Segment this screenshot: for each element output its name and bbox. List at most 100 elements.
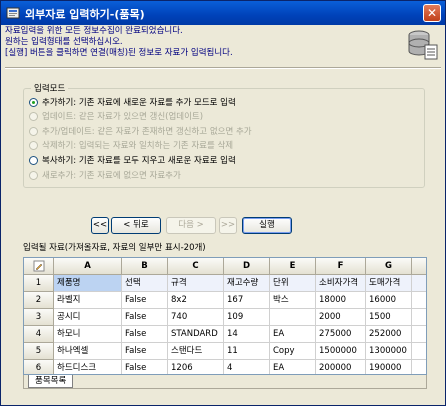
row-number[interactable]: 6 xyxy=(24,360,54,374)
dialog-window: 외부자료 입력하기-(품목) ✕ 자료입력을 위한 모든 정보수집이 완료되었습… xyxy=(0,0,446,406)
row-number[interactable]: 5 xyxy=(24,343,54,360)
table-cell[interactable]: 4 xyxy=(224,360,270,374)
table-cell[interactable]: EA xyxy=(270,326,316,343)
table-cell[interactable]: 16000 xyxy=(366,292,412,309)
window-title: 외부자료 입력하기-(품목) xyxy=(25,8,145,21)
table-cell[interactable]: 14 xyxy=(224,326,270,343)
row-number[interactable]: 4 xyxy=(24,326,54,343)
table-cell[interactable]: False xyxy=(122,326,168,343)
data-grid[interactable]: A B C D E F G 1 제품명 선택 규격 재고수량 단위 소비자가격 도매가격 2 라벨… xyxy=(23,257,427,375)
table-cell[interactable]: False xyxy=(122,292,168,309)
radio-add-update[interactable]: 추가/업데이트: 같은 자료가 존재하면 갱신하고 없으면 추가 xyxy=(29,124,252,138)
table-cell[interactable]: 200000 xyxy=(316,360,366,374)
table-cell[interactable]: 단위 xyxy=(270,275,316,292)
table-cell[interactable]: 2000 xyxy=(316,309,366,326)
sheet-tab-bar: 품목목록 xyxy=(23,375,427,389)
row-number[interactable]: 1 xyxy=(24,275,54,292)
table-cell[interactable]: 109 xyxy=(224,309,270,326)
radio-delete[interactable]: 삭제하기: 입력되는 자료와 일치하는 기존 자료를 삭제 xyxy=(29,138,233,152)
radio-copy[interactable]: 복사하기: 기존 자료를 모두 지우고 새로운 자료로 입력 xyxy=(29,153,236,167)
radio-add-update-label: 추가/업데이트: 같은 자료가 존재하면 갱신하고 없으면 추가 xyxy=(42,127,252,137)
table-cell[interactable]: 재고수량 xyxy=(224,275,270,292)
table-cell-overflow xyxy=(412,360,426,374)
table-cell[interactable]: 11 xyxy=(224,343,270,360)
table-cell[interactable]: 1206 xyxy=(168,360,224,374)
column-header-e[interactable]: E xyxy=(270,258,316,275)
next-button[interactable]: 다음 > xyxy=(166,217,216,234)
table-row[interactable]: 1 제품명 선택 규격 재고수량 단위 소비자가격 도매가격 xyxy=(24,275,426,292)
table-row[interactable]: 5 하나엑셀 False 스탠다드 11 Copy 1500000 1300000 xyxy=(24,343,426,360)
info-line-3: [실행] 버튼을 클릭하면 연결(매칭)된 정보로 자료가 입력됩니다. xyxy=(5,48,233,58)
radio-button[interactable] xyxy=(29,111,38,121)
last-button[interactable]: >> xyxy=(219,217,237,234)
table-cell[interactable]: 740 xyxy=(168,309,224,326)
table-cell[interactable]: EA xyxy=(270,360,316,374)
table-cell[interactable]: 275000 xyxy=(316,326,366,343)
row-number[interactable]: 3 xyxy=(24,309,54,326)
table-cell[interactable]: Copy xyxy=(270,343,316,360)
table-cell[interactable]: 하나엑셀 xyxy=(54,343,122,360)
input-mode-label: 입력모드 xyxy=(31,82,69,94)
table-cell[interactable]: False xyxy=(122,360,168,374)
radio-update-label: 업데이트: 같은 자료가 있으면 갱신(업데이트) xyxy=(42,112,204,122)
radio-button[interactable] xyxy=(29,155,38,165)
table-row[interactable]: 3 공시디 False 740 109 2000 1500 xyxy=(24,309,426,326)
column-header-d[interactable]: D xyxy=(224,258,270,275)
table-cell[interactable]: 제품명 xyxy=(54,275,122,292)
close-button[interactable]: ✕ xyxy=(423,4,441,22)
column-header-f[interactable]: F xyxy=(316,258,366,275)
radio-add-label: 추가하기: 기존 자료에 새로운 자료를 추가 모드로 입력 xyxy=(42,98,236,108)
table-cell[interactable]: False xyxy=(122,309,168,326)
grid-header: A B C D E F G xyxy=(24,258,426,275)
table-cell[interactable]: 공시디 xyxy=(54,309,122,326)
column-header-a[interactable]: A xyxy=(54,258,122,275)
table-cell[interactable]: 선택 xyxy=(122,275,168,292)
radio-button[interactable] xyxy=(29,170,38,180)
table-cell-overflow xyxy=(412,292,426,309)
table-cell[interactable]: 252000 xyxy=(366,326,412,343)
run-button[interactable]: 실행 xyxy=(242,217,292,234)
radio-update[interactable]: 업데이트: 같은 자료가 있으면 갱신(업데이트) xyxy=(29,109,203,123)
separator xyxy=(5,67,441,69)
table-cell[interactable]: 규격 xyxy=(168,275,224,292)
radio-button[interactable] xyxy=(29,140,38,150)
table-row[interactable]: 4 하모니 False STANDARD 14 EA 275000 252000 xyxy=(24,326,426,343)
title-bar[interactable]: 외부자료 입력하기-(품목) ✕ xyxy=(1,1,445,25)
table-cell[interactable]: 하모니 xyxy=(54,326,122,343)
column-header-g[interactable]: G xyxy=(366,258,412,275)
table-cell[interactable]: 1300000 xyxy=(366,343,412,360)
table-cell[interactable]: 도매가격 xyxy=(366,275,412,292)
sheet-tab-items[interactable]: 품목목록 xyxy=(28,375,74,388)
app-icon xyxy=(6,7,20,19)
table-cell[interactable]: 박스 xyxy=(270,292,316,309)
back-button[interactable]: < 뒤로 xyxy=(111,217,161,234)
column-header-c[interactable]: C xyxy=(168,258,224,275)
radio-new-add[interactable]: 새로추가: 기존 자료에 없으면 자료추가 xyxy=(29,168,181,182)
table-cell[interactable]: 167 xyxy=(224,292,270,309)
info-line-1: 자료입력을 위한 모든 정보수집이 완료되었습니다. xyxy=(5,26,183,36)
table-row[interactable]: 2 라벨지 False 8x2 167 박스 18000 16000 xyxy=(24,292,426,309)
table-cell[interactable]: 1500 xyxy=(366,309,412,326)
column-header-b[interactable]: B xyxy=(122,258,168,275)
radio-button-checked[interactable] xyxy=(29,97,38,107)
radio-add[interactable]: 추가하기: 기존 자료에 새로운 자료를 추가 모드로 입력 xyxy=(29,95,236,109)
table-cell[interactable]: False xyxy=(122,343,168,360)
table-cell[interactable]: 190000 xyxy=(366,360,412,374)
table-cell[interactable]: 라벨지 xyxy=(54,292,122,309)
table-cell[interactable]: 18000 xyxy=(316,292,366,309)
first-button[interactable]: << xyxy=(91,217,109,234)
select-all-corner[interactable] xyxy=(24,258,54,275)
row-number[interactable]: 2 xyxy=(24,292,54,309)
table-cell[interactable]: 1500000 xyxy=(316,343,366,360)
radio-button[interactable] xyxy=(29,126,38,136)
radio-delete-label: 삭제하기: 입력되는 자료와 일치하는 기존 자료를 삭제 xyxy=(42,141,234,151)
table-cell[interactable]: STANDARD xyxy=(168,326,224,343)
table-cell[interactable] xyxy=(270,309,316,326)
table-cell[interactable]: 스탠다드 xyxy=(168,343,224,360)
table-cell[interactable]: 하드디스크 xyxy=(54,360,122,374)
table-cell[interactable]: 8x2 xyxy=(168,292,224,309)
table-row[interactable]: 6 하드디스크 False 1206 4 EA 200000 190000 xyxy=(24,360,426,374)
table-cell[interactable]: 소비자가격 xyxy=(316,275,366,292)
table-cell-overflow xyxy=(412,343,426,360)
table-cell-overflow xyxy=(412,275,426,292)
